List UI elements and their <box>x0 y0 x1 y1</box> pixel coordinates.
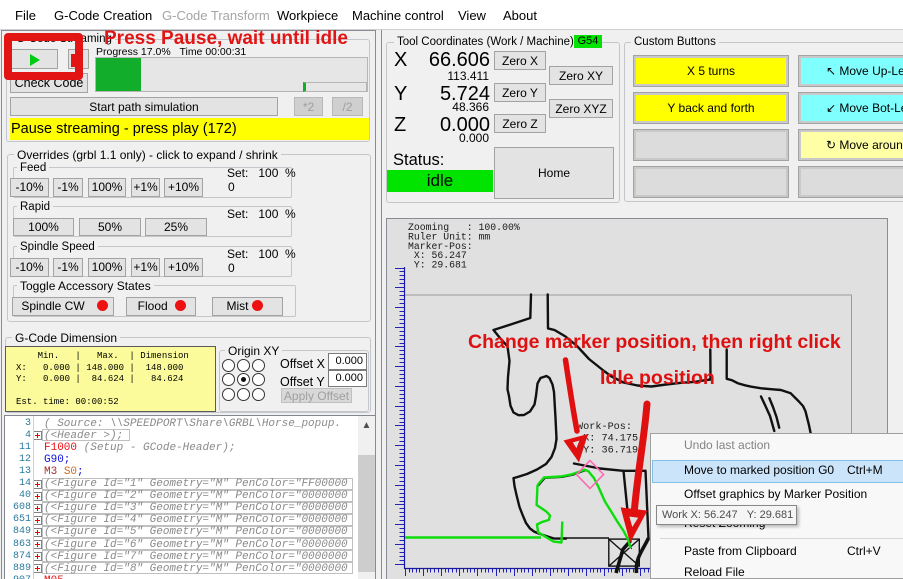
svg-text:Change marker position, then r: Change marker position, then right click <box>468 331 841 353</box>
svg-text:Idle position: Idle position <box>600 367 715 389</box>
svg-text:Y: 36.719: Y: 36.719 <box>577 445 638 456</box>
svg-text:Work-Pos:: Work-Pos: <box>577 421 632 433</box>
svg-text:Y: 29.681: Y: 29.681 <box>408 260 467 271</box>
